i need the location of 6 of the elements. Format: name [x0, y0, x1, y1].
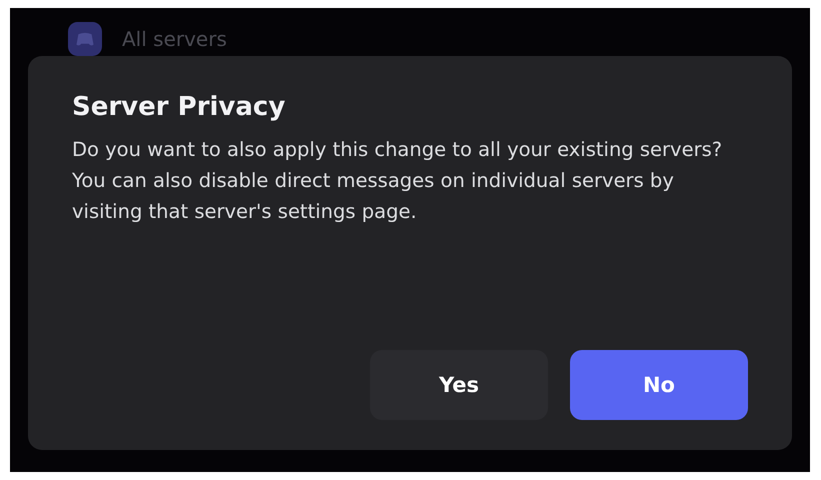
all-servers-label: All servers [122, 27, 227, 51]
controller-icon [68, 22, 102, 56]
confirm-button[interactable]: No [570, 350, 748, 420]
cancel-button[interactable]: Yes [370, 350, 548, 420]
dialog-message: Do you want to also apply this change to all your existing servers? You can also disable direct messages on individual servers by visiting that server's settings page. [72, 137, 724, 225]
dialog-title: Server Privacy [72, 92, 286, 122]
